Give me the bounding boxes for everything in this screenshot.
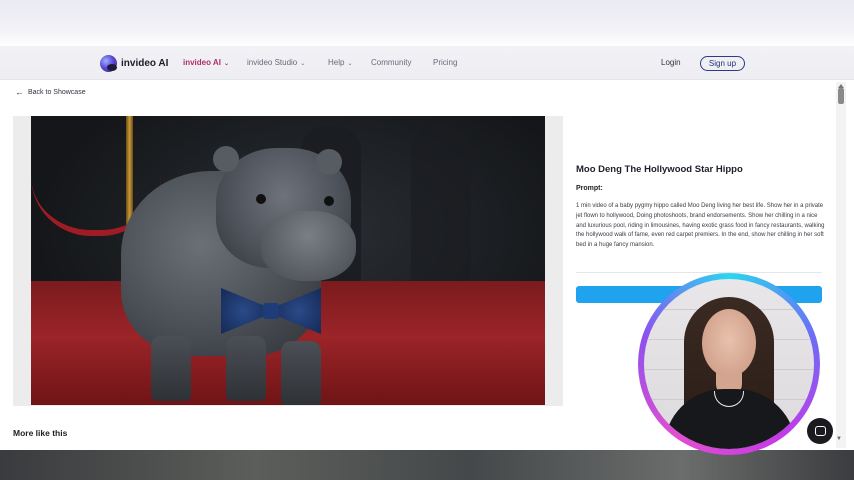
video-info: Moo Deng The Hollywood Star Hippo bbox=[576, 164, 826, 175]
presenter-face bbox=[702, 309, 756, 377]
nav-pricing-label: Pricing bbox=[433, 58, 458, 67]
chevron-down-icon: ⌄ bbox=[347, 61, 353, 67]
nav-invideo-ai[interactable]: invideo AI ⌄ bbox=[183, 58, 229, 67]
chevron-down-icon: ⌄ bbox=[300, 61, 306, 67]
blurred-top-band bbox=[0, 0, 854, 46]
presenter-video bbox=[644, 279, 814, 449]
presenter-webcam-overlay bbox=[638, 273, 820, 455]
nav-community[interactable]: Community bbox=[371, 58, 411, 67]
prompt-label: Prompt: bbox=[576, 185, 603, 192]
hippo-eye bbox=[256, 194, 266, 204]
login-link[interactable]: Login bbox=[661, 58, 681, 67]
brand-logo[interactable]: invideo AI bbox=[100, 55, 168, 72]
nav-help-label: Help bbox=[328, 58, 345, 67]
hippo-eye bbox=[324, 196, 334, 206]
chat-support-button[interactable] bbox=[807, 418, 833, 444]
bowtie-left-wing bbox=[221, 288, 266, 334]
scroll-down-arrow-icon[interactable]: ▼ bbox=[836, 436, 842, 442]
bowtie bbox=[221, 288, 321, 338]
signup-button[interactable]: Sign up bbox=[700, 56, 745, 71]
scrollbar-thumb[interactable] bbox=[838, 88, 844, 104]
hippo-ear bbox=[316, 149, 342, 175]
nav-community-label: Community bbox=[371, 58, 412, 67]
hippo-leg bbox=[226, 336, 266, 401]
brand-name: invideo AI bbox=[121, 58, 169, 69]
hippo-ear bbox=[213, 146, 239, 172]
back-to-showcase-link[interactable]: ← Back to Showcase bbox=[15, 87, 86, 97]
bowtie-knot bbox=[263, 303, 279, 319]
chevron-down-icon: ⌄ bbox=[223, 61, 229, 67]
background-figure bbox=[411, 126, 471, 296]
hippo-leg bbox=[151, 336, 191, 401]
nav-invideo-studio[interactable]: invideo Studio ⌄ bbox=[247, 58, 305, 67]
divider bbox=[576, 272, 822, 273]
nav-help[interactable]: Help ⌄ bbox=[328, 58, 352, 67]
back-link-label: Back to Showcase bbox=[28, 88, 86, 96]
bowtie-right-wing bbox=[276, 288, 321, 334]
hippo-snout bbox=[261, 211, 356, 281]
top-navbar: invideo AI invideo AI ⌄ invideo Studio ⌄ H… bbox=[0, 46, 854, 80]
chat-icon bbox=[814, 426, 826, 436]
page-scrollbar[interactable] bbox=[836, 82, 846, 448]
hippo-leg bbox=[281, 341, 321, 405]
invideo-logo-icon bbox=[100, 55, 117, 72]
video-title: Moo Deng The Hollywood Star Hippo bbox=[576, 164, 743, 175]
arrow-left-icon: ← bbox=[15, 87, 24, 97]
nav-pricing[interactable]: Pricing bbox=[433, 58, 457, 67]
prompt-text: 1 min video of a baby pygmy hippo called… bbox=[576, 203, 825, 249]
nav-invideo-ai-label: invideo AI bbox=[183, 58, 221, 67]
video-player[interactable] bbox=[31, 116, 545, 405]
nav-invideo-studio-label: invideo Studio bbox=[247, 58, 298, 67]
more-like-this-heading: More like this bbox=[13, 428, 68, 438]
